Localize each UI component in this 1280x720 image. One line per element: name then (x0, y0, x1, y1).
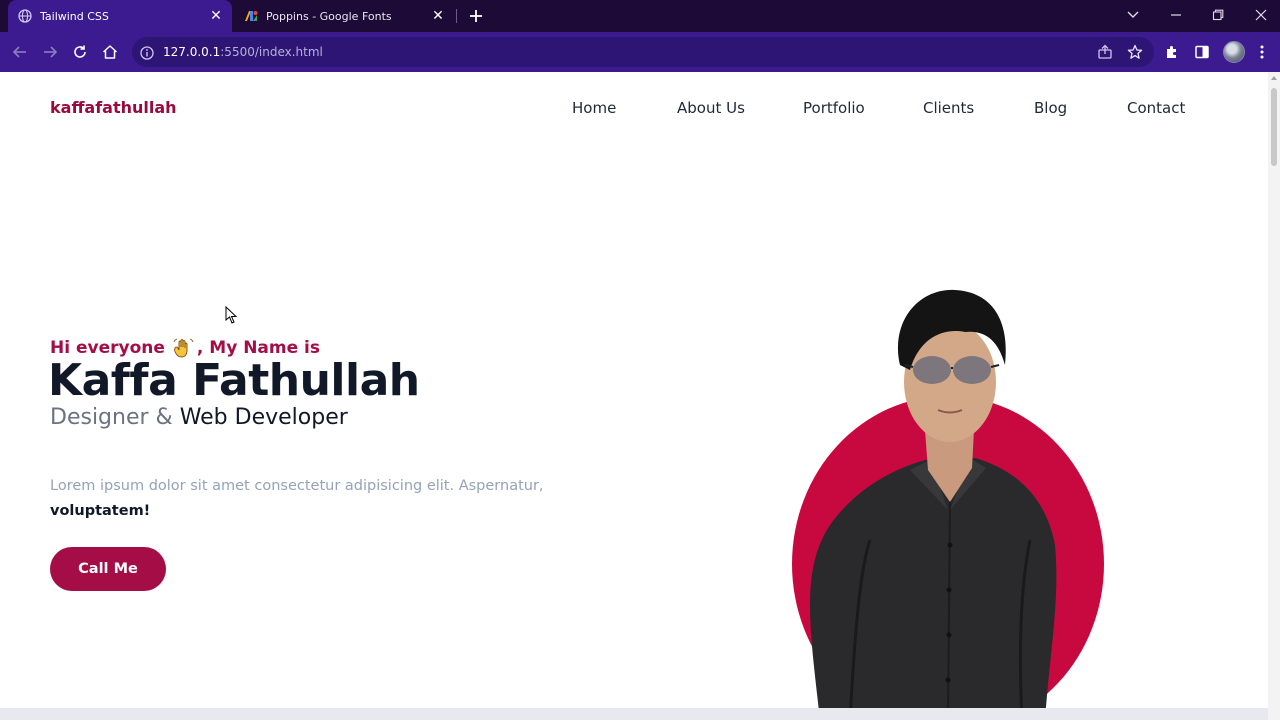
reload-button[interactable] (69, 41, 91, 63)
tab-separator (456, 9, 457, 23)
info-icon[interactable] (140, 45, 154, 60)
extensions-puzzle-icon[interactable] (1163, 43, 1181, 61)
url-host: 127.0.0.1 (163, 45, 221, 59)
call-me-button[interactable]: Call Me (50, 547, 166, 591)
tab-strip: Tailwind CSS ✕ Poppins - Google Fonts ✕ (0, 0, 1280, 32)
google-fonts-icon (244, 9, 258, 23)
url-path: :5500/index.html (220, 45, 323, 59)
tab-title: Poppins - Google Fonts (266, 9, 392, 23)
kebab-menu-icon[interactable] (1253, 43, 1271, 61)
hero-name-heading: Kaffa Fathullah (48, 355, 420, 406)
profile-photo (792, 289, 1104, 720)
minimize-button[interactable] (1163, 4, 1189, 26)
tab-google-fonts[interactable]: Poppins - Google Fonts ✕ (236, 0, 454, 32)
address-bar[interactable]: 127.0.0.1:5500/index.html (132, 37, 1154, 67)
tab-search-button[interactable] (1120, 4, 1146, 26)
description-text: Lorem ipsum dolor sit amet consectetur a… (50, 478, 544, 494)
horizontal-scrollbar[interactable] (0, 708, 1268, 720)
nav-link-clients[interactable]: Clients (923, 99, 974, 117)
mouse-cursor-icon (225, 306, 237, 324)
browser-toolbar: 127.0.0.1:5500/index.html (0, 32, 1280, 72)
scroll-up-arrow-icon[interactable] (1271, 76, 1277, 80)
close-icon[interactable]: ✕ (428, 6, 448, 26)
role-web-developer: Web Developer (179, 405, 348, 430)
url-text[interactable]: 127.0.0.1:5500/index.html (163, 45, 323, 59)
page-viewport: kaffafathullah Home About Us Portfolio C… (0, 72, 1268, 720)
nav-link-portfolio[interactable]: Portfolio (803, 99, 865, 117)
description-bold-text: voluptatem! (50, 503, 151, 519)
nav-link-about-us[interactable]: About Us (677, 99, 745, 117)
nav-link-blog[interactable]: Blog (1034, 99, 1067, 117)
tab-title: Tailwind CSS (40, 9, 109, 23)
home-button[interactable] (99, 41, 121, 63)
restore-button[interactable] (1205, 4, 1231, 26)
tab-tailwind-css[interactable]: Tailwind CSS ✕ (8, 0, 232, 32)
site-logo[interactable]: kaffafathullah (50, 98, 177, 117)
hero-description: Lorem ipsum dolor sit amet consectetur a… (50, 474, 590, 524)
nav-link-contact[interactable]: Contact (1127, 99, 1185, 117)
scrollbar-thumb[interactable] (1271, 88, 1277, 166)
close-window-button[interactable] (1248, 4, 1274, 26)
nav-link-home[interactable]: Home (572, 99, 616, 117)
globe-icon (18, 9, 32, 23)
forward-button[interactable] (39, 41, 61, 63)
share-icon[interactable] (1097, 44, 1113, 60)
new-tab-button[interactable] (466, 6, 486, 26)
profile-avatar[interactable] (1223, 41, 1245, 63)
bookmark-star-icon[interactable] (1127, 44, 1143, 60)
side-panel-icon[interactable] (1193, 43, 1211, 61)
back-button[interactable] (9, 41, 31, 63)
hero-role: Designer & Web Developer (50, 405, 348, 430)
close-icon[interactable]: ✕ (206, 6, 226, 26)
vertical-scrollbar[interactable] (1268, 72, 1280, 720)
role-designer: Designer & (50, 405, 180, 430)
